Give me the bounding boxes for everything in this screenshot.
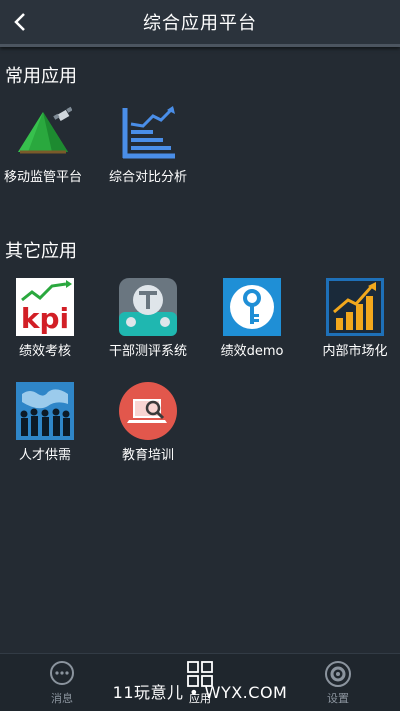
app-header: 综合应用平台 — [0, 0, 400, 47]
app-label: 内部市场化 — [322, 344, 388, 359]
section-title-other: 其它应用 — [5, 241, 77, 262]
app-performance-review[interactable]: kpi 绩效考核 — [0, 278, 95, 359]
watermark-text: 11玩意儿 • WYX.COM — [112, 683, 288, 702]
people-world-icon — [16, 382, 74, 440]
app-talent-supply[interactable]: 人才供需 — [0, 382, 95, 463]
app-education-training[interactable]: 教育培训 — [98, 382, 198, 463]
app-label: 教育培训 — [121, 448, 174, 463]
app-performance-demo[interactable]: 绩效demo — [202, 278, 302, 359]
app-label: 绩效demo — [220, 344, 284, 359]
app-mobile-supervision[interactable]: 移动监管平台 — [0, 104, 93, 185]
app-label: 移动监管平台 — [3, 170, 82, 185]
t-gauge-icon — [119, 278, 177, 336]
bar-growth-icon — [326, 278, 384, 336]
key-icon — [223, 278, 281, 336]
app-label: 综合对比分析 — [108, 170, 187, 185]
laptop-search-icon — [119, 382, 177, 440]
app-comparison-analysis[interactable]: 综合对比分析 — [98, 104, 198, 185]
page-title: 综合应用平台 — [143, 13, 257, 34]
trend-chart-icon — [119, 104, 177, 162]
green-triangle-satellite-icon — [14, 104, 73, 162]
section-title-common: 常用应用 — [5, 66, 77, 87]
app-label: 绩效考核 — [18, 344, 71, 359]
svg-text:kpi: kpi — [21, 302, 69, 335]
app-label: 人才供需 — [18, 448, 71, 463]
app-cadre-evaluation[interactable]: 干部测评系统 — [98, 278, 198, 359]
app-label: 干部测评系统 — [108, 344, 187, 359]
kpi-icon: kpi — [16, 278, 74, 336]
app-internal-market[interactable]: 内部市场化 — [305, 278, 400, 359]
